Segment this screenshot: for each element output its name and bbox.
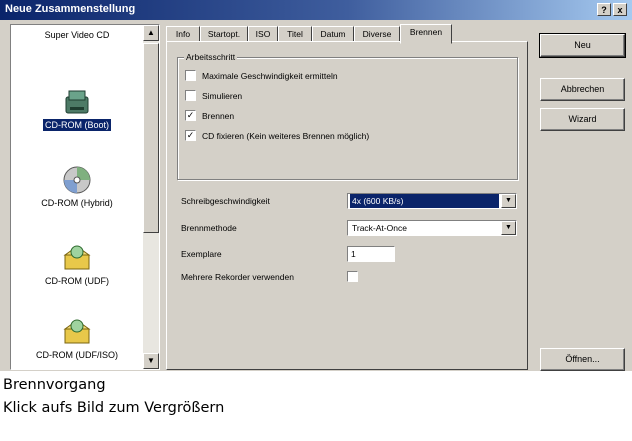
window-title: Neue Zusammenstellung	[5, 3, 136, 15]
new-button[interactable]: Neu	[539, 33, 626, 58]
action-group-title: Arbeitsschritt	[184, 52, 238, 62]
checkbox-checked[interactable]: ✓	[185, 130, 196, 141]
copies-label: Exemplare	[181, 249, 222, 259]
title-bar[interactable]: Neue Zusammenstellung ? x	[0, 0, 632, 20]
method-label: Brennmethode	[181, 223, 237, 233]
tab-diverse[interactable]: Diverse	[354, 26, 400, 42]
cdrom-udf-icon	[62, 243, 92, 273]
open-button[interactable]: Öffnen...	[540, 348, 625, 371]
checkbox[interactable]	[185, 90, 196, 101]
list-item-label: CD-ROM (Hybrid)	[41, 198, 113, 208]
compilation-type-list[interactable]: Super Video CD CD-ROM (Boot) CD-ROM (Hyb…	[10, 24, 160, 370]
list-item-cdrom-boot[interactable]: CD-ROM (Boot)	[11, 87, 143, 131]
chevron-down-icon[interactable]: ▼	[501, 221, 516, 235]
action-group: Arbeitsschritt Maximale Geschwindigkeit …	[177, 52, 518, 180]
list-scrollbar[interactable]: ▲ ▼	[143, 25, 159, 369]
scroll-up-button[interactable]: ▲	[143, 25, 159, 41]
option-label: Simulieren	[202, 91, 243, 101]
tab-startopt[interactable]: Startopt.	[200, 26, 248, 42]
list-item-cdrom-hybrid[interactable]: CD-ROM (Hybrid)	[11, 165, 143, 209]
caption-line1: Brennvorgang	[3, 377, 106, 393]
cdrom-udf-iso-icon	[62, 317, 92, 347]
option-label: Brennen	[202, 111, 235, 121]
list-item-label: CD-ROM (UDF/ISO)	[36, 350, 118, 360]
wizard-button[interactable]: Wizard	[540, 108, 625, 131]
caption-enlarge-link[interactable]: Klick aufs Bild zum Vergrößern	[3, 400, 224, 416]
close-button[interactable]: x	[613, 3, 627, 16]
cdrom-hybrid-icon	[62, 165, 92, 195]
dialog-window: Neue Zusammenstellung ? x Super Video CD…	[0, 0, 632, 371]
list-item-label: CD-ROM (Boot)	[42, 119, 111, 131]
option-label: CD fixieren (Kein weiteres Brennen mögli…	[202, 131, 370, 141]
speed-label: Schreibgeschwindigkeit	[181, 196, 270, 206]
speed-value: 4x (600 KB/s)	[350, 194, 499, 208]
tab-brennen[interactable]: Brennen	[400, 24, 452, 44]
tab-info[interactable]: Info	[166, 26, 200, 42]
list-item-cdrom-udf[interactable]: CD-ROM (UDF)	[11, 243, 143, 287]
option-label: Maximale Geschwindigkeit ermitteln	[202, 71, 338, 81]
speed-select[interactable]: 4x (600 KB/s) ▼	[347, 193, 517, 209]
checkbox[interactable]	[185, 70, 196, 81]
copies-input[interactable]: 1	[347, 246, 395, 262]
multi-recorder-checkbox[interactable]	[347, 271, 358, 282]
brennen-panel: Arbeitsschritt Maximale Geschwindigkeit …	[166, 41, 528, 370]
tab-titel[interactable]: Titel	[278, 26, 312, 42]
scroll-down-button[interactable]: ▼	[143, 353, 159, 369]
method-value: Track-At-Once	[352, 223, 407, 233]
list-item-cdrom-udf-iso[interactable]: CD-ROM (UDF/ISO)	[11, 317, 143, 361]
cancel-button[interactable]: Abbrechen	[540, 78, 625, 101]
help-button[interactable]: ?	[597, 3, 611, 16]
list-item-label: Super Video CD	[44, 30, 110, 40]
list-item-super-video-cd[interactable]: Super Video CD	[11, 29, 143, 41]
scroll-thumb[interactable]	[143, 43, 159, 233]
tab-datum[interactable]: Datum	[312, 26, 354, 42]
multi-recorder-label: Mehrere Rekorder verwenden	[181, 272, 294, 282]
chevron-down-icon[interactable]: ▼	[501, 194, 516, 208]
checkbox-checked[interactable]: ✓	[185, 110, 196, 121]
cdrom-boot-icon	[62, 87, 92, 117]
tab-iso[interactable]: ISO	[248, 26, 278, 42]
list-item-label: CD-ROM (UDF)	[45, 276, 109, 286]
method-select[interactable]: Track-At-Once ▼	[347, 220, 517, 236]
